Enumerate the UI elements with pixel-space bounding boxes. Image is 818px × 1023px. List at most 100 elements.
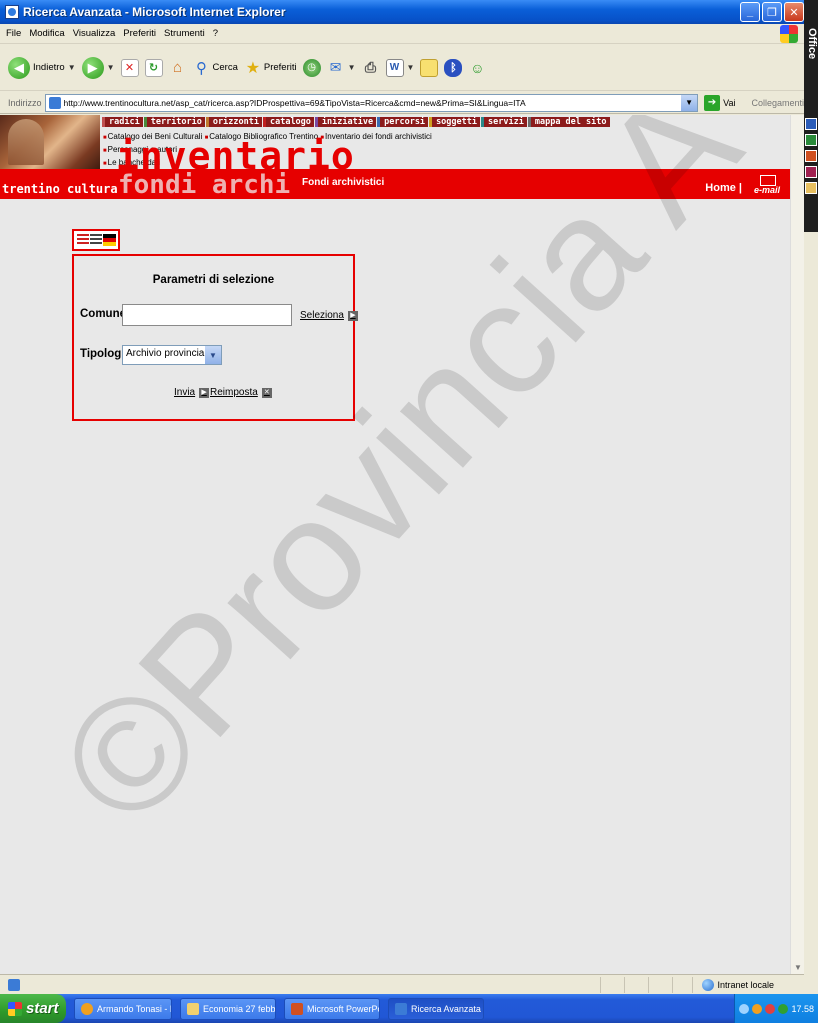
comune-input[interactable] — [122, 304, 292, 326]
nav-territorio[interactable]: territorio — [143, 117, 205, 127]
list-view-icon[interactable] — [76, 234, 89, 246]
bluetooth-icon: ᛒ — [444, 58, 463, 77]
back-arrow-icon: ◀ — [8, 56, 30, 79]
chevron-down-icon: ▼ — [67, 63, 76, 72]
maximize-button[interactable]: ❐ — [762, 2, 782, 22]
chevron-down-icon: ▼ — [347, 63, 356, 72]
system-tray: 17.58 — [734, 994, 818, 1023]
history-button[interactable]: ◷ — [302, 58, 321, 77]
nav-catalogo[interactable]: catalogo — [262, 117, 314, 127]
detail-view-icon[interactable] — [89, 234, 102, 246]
menu-visualizza[interactable]: Visualizza — [73, 28, 116, 39]
edit-button[interactable]: W ▼ — [385, 58, 415, 77]
forward-button[interactable]: ▶ ▼ — [81, 56, 115, 79]
home-icon: ⌂ — [173, 59, 183, 76]
nav-mappa-del-sito[interactable]: mappa del sito — [527, 117, 610, 127]
refresh-button[interactable]: ↻ — [144, 58, 163, 77]
nav-servizi[interactable]: servizi — [481, 117, 527, 127]
task-ricerca[interactable]: Ricerca Avanzata - Mi... — [388, 997, 484, 1020]
tipologia-value: Archivio provinciale — [126, 348, 213, 359]
menu-bar: File Modifica Visualizza Preferiti Strum… — [0, 24, 804, 44]
go-button[interactable]: ➔ Vai — [704, 94, 736, 111]
back-label: Indietro — [33, 62, 65, 73]
menu-file[interactable]: File — [6, 28, 21, 39]
seleziona-button[interactable]: Seleziona ▶ — [300, 310, 358, 321]
seleziona-label: Seleziona — [300, 310, 344, 321]
x-icon: ✕ — [261, 387, 272, 398]
brand-logo[interactable]: trentino cultura — [2, 182, 118, 196]
section-label: Fondi archivistici — [302, 177, 385, 188]
scroll-down-icon[interactable]: ▼ — [791, 960, 804, 974]
task-powerpoint[interactable]: Microsoft PowerPoint ... — [284, 997, 380, 1020]
clock[interactable]: 17.58 — [791, 1004, 814, 1014]
back-button[interactable]: ◀ Indietro ▼ — [8, 56, 76, 79]
page-icon — [48, 96, 61, 109]
links-toolbar[interactable]: Collegamenti — [751, 98, 804, 108]
task-economia[interactable]: Economia 27 febbraio — [180, 997, 276, 1020]
chevron-down-icon: ▼ — [406, 63, 415, 72]
zone-label: Intranet locale — [717, 979, 774, 990]
search-icon: ⚲ — [196, 59, 208, 77]
task-armando[interactable]: Armando Tonasi - Po... — [74, 997, 172, 1020]
go-label: Vai — [723, 97, 736, 108]
forward-arrow-icon: ▶ — [81, 56, 104, 79]
nav-iniziative[interactable]: iniziative — [314, 117, 377, 127]
home-button[interactable]: ⌂ — [169, 59, 187, 77]
notes-button[interactable] — [420, 58, 439, 77]
folder-icon[interactable] — [805, 182, 817, 194]
menu-preferiti[interactable]: Preferiti — [123, 28, 156, 39]
security-icon[interactable] — [765, 1003, 776, 1014]
folder-task-icon — [187, 1002, 199, 1015]
access-icon[interactable] — [805, 166, 817, 178]
window-title: Ricerca Avanzata - Microsoft Internet Ex… — [23, 5, 286, 19]
powerpoint-icon[interactable] — [805, 150, 817, 162]
nav-soggetti[interactable]: soggetti — [429, 117, 481, 127]
menu-strumenti[interactable]: Strumenti — [164, 28, 205, 39]
comune-label: Comune — [80, 308, 126, 320]
address-bar: Indirizzo http://www.trentinocultura.net… — [0, 92, 804, 114]
network-icon[interactable] — [739, 1003, 750, 1014]
security-zone: Intranet locale — [702, 978, 774, 991]
watermark: ©Provincia A — [24, 115, 773, 858]
ie-icon — [5, 5, 19, 19]
top-nav: radici territorio orizzonti catalogo ini… — [102, 117, 611, 127]
bluetooth-button[interactable]: ᛒ — [444, 58, 463, 77]
nav-percorsi[interactable]: percorsi — [377, 117, 429, 127]
toolbar: ◀ Indietro ▼ ▶ ▼ ✕ ↻ ⌂ ⚲ Cerca ★ Preferi… — [0, 45, 804, 91]
start-button[interactable]: start — [0, 994, 66, 1023]
german-flag-icon[interactable] — [102, 234, 116, 246]
search-button[interactable]: ⚲ Cerca — [193, 59, 238, 77]
office-label: Office — [806, 28, 818, 60]
favorites-button[interactable]: ★ Preferiti — [244, 59, 297, 77]
tipologia-select[interactable]: Archivio provinciale ▼ — [122, 345, 222, 365]
home-link[interactable]: Home | — [705, 182, 742, 194]
reimposta-label: Reimposta — [210, 387, 258, 398]
reimposta-button[interactable]: Reimposta ✕ — [210, 387, 272, 398]
task-label: Economia 27 febbraio — [203, 1003, 276, 1014]
stop-button[interactable]: ✕ — [120, 58, 139, 77]
update-icon[interactable] — [778, 1003, 789, 1014]
close-button[interactable]: ✕ — [784, 2, 804, 22]
task-label: Armando Tonasi - Po... — [97, 1003, 171, 1014]
print-button[interactable]: ⎙ — [362, 59, 380, 77]
nav-radici[interactable]: radici — [102, 117, 143, 127]
menu-modifica[interactable]: Modifica — [29, 28, 64, 39]
title-bar[interactable]: Ricerca Avanzata - Microsoft Internet Ex… — [0, 0, 818, 24]
messenger-task-icon — [81, 1002, 93, 1015]
address-input[interactable]: http://www.trentinocultura.net/asp_cat/r… — [44, 93, 699, 112]
mail-button[interactable]: ✉ ▼ — [327, 59, 356, 77]
invia-button[interactable]: Invia ▶ — [174, 387, 210, 398]
chevron-down-icon[interactable]: ▼ — [681, 94, 698, 111]
word-icon[interactable] — [805, 118, 817, 130]
messenger-button[interactable]: ☺ — [468, 59, 486, 77]
menu-help[interactable]: ? — [213, 28, 218, 39]
minimize-button[interactable]: _ — [740, 2, 760, 22]
powerpoint-task-icon — [291, 1002, 303, 1015]
vertical-scrollbar[interactable]: ▼ — [790, 115, 804, 974]
email-link[interactable]: e-mail — [750, 173, 784, 195]
nav-orizzonti[interactable]: orizzonti — [205, 117, 262, 127]
excel-icon[interactable] — [805, 134, 817, 146]
favorites-label: Preferiti — [263, 62, 297, 73]
status-bar: Intranet locale — [0, 974, 804, 994]
volume-icon[interactable] — [752, 1003, 763, 1014]
